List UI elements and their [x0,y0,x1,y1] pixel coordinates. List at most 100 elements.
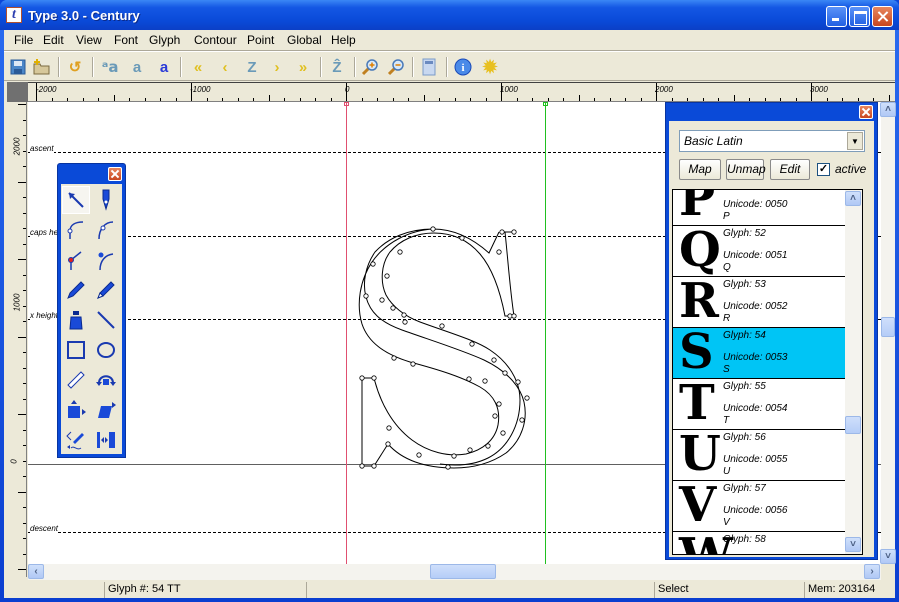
contour-point[interactable] [519,417,525,423]
contour-point[interactable] [502,370,508,376]
corner-point-tool[interactable] [62,246,90,274]
glyph-list-item[interactable]: S Glyph: 54 Unicode: 0053 S [673,328,845,379]
zoom-in-icon[interactable] [359,56,381,78]
smooth-path-tool[interactable] [62,426,90,454]
menu-view[interactable]: View [73,32,105,48]
contour-point[interactable] [430,226,436,232]
scroll-right-button[interactable]: › [864,564,880,579]
contour-point[interactable] [466,376,472,382]
contour-point[interactable] [410,361,416,367]
contour-point[interactable] [390,305,396,311]
glyph-list-item[interactable]: PGlyph: 51Unicode: 0050P [673,190,845,226]
contour-point[interactable] [384,273,390,279]
contour-point[interactable] [363,293,369,299]
contour-point[interactable] [386,425,392,431]
edit-button[interactable]: Edit [770,159,810,180]
contour-point[interactable] [485,443,491,449]
contour-point[interactable] [499,229,505,235]
contour-point[interactable] [496,249,502,255]
glyph-scroll-down-button[interactable]: ˅ [845,537,861,552]
contour-point[interactable] [371,375,377,381]
menu-contour[interactable]: Contour [191,32,240,48]
contour-point[interactable] [370,261,376,267]
first-glyph-icon[interactable]: « [187,56,209,78]
contour-point[interactable] [371,463,377,469]
glyph-list-item[interactable]: U Glyph: 56 Unicode: 0055 U [673,430,845,481]
contour-point[interactable] [469,341,475,347]
horizontal-scroll-thumb[interactable] [430,564,496,579]
map-button[interactable]: Map [679,159,721,180]
contour-point[interactable] [451,453,457,459]
unicode-range-select[interactable]: Basic Latin ▼ [679,130,865,152]
contour-point[interactable] [359,375,365,381]
menu-point[interactable]: Point [244,32,277,48]
settings-icon[interactable]: ✹ [479,56,501,78]
line-tool[interactable] [92,306,120,334]
glyph-inner-contour[interactable] [381,231,521,466]
glyph-scroll-up-button[interactable]: ˄ [845,191,861,206]
contour-point[interactable] [402,319,408,325]
scroll-up-button[interactable]: ˄ [880,102,896,117]
maximize-button[interactable] [849,6,870,27]
contour-point[interactable] [496,401,502,407]
save-icon[interactable] [7,56,29,78]
goto-glyph-icon[interactable]: Z [241,56,263,78]
glyph-list[interactable]: WGlyph: 58VGlyph: 57Unicode: 0056VUGlyph… [672,189,863,555]
contour-point[interactable] [385,441,391,447]
menu-help[interactable]: Help [328,32,359,48]
contour-point[interactable] [492,413,498,419]
contour-point[interactable] [515,379,521,385]
previous-glyph-icon[interactable]: ‹ [214,56,236,78]
contour-point[interactable] [416,452,422,458]
glyph-list-item[interactable]: R Glyph: 53 Unicode: 0052 R [673,277,845,328]
contour-point[interactable] [491,357,497,363]
pencil-tool[interactable] [62,276,90,304]
measure-tool[interactable] [62,366,90,394]
calculator-icon[interactable] [418,56,440,78]
glyph-list-scrollbar[interactable]: ˄ ˅ [845,190,862,554]
title-bar[interactable]: t Type 3.0 - Century [0,0,899,30]
skew-tool[interactable] [92,396,120,424]
menu-global[interactable]: Global [284,32,325,48]
contour-point[interactable] [511,229,517,235]
contour-point[interactable] [359,463,365,469]
scroll-down-button[interactable]: ˅ [880,549,896,564]
glyph-outline-icon[interactable]: a [153,56,175,78]
add-glyph-icon[interactable]: ᵃa [99,56,121,78]
last-glyph-icon[interactable]: » [292,56,314,78]
contour-point[interactable] [524,395,530,401]
contour-point[interactable] [500,430,506,436]
info-icon[interactable]: i [452,56,474,78]
contour-point[interactable] [445,464,451,470]
zoom-out-icon[interactable] [385,56,407,78]
smooth-point-tool[interactable] [92,246,120,274]
menu-file[interactable]: File [11,32,36,48]
scroll-left-button[interactable]: ‹ [28,564,44,579]
open-icon[interactable] [31,56,53,78]
vertical-scroll-thumb[interactable] [881,317,895,337]
next-glyph-icon[interactable]: › [266,56,288,78]
contour-point[interactable] [401,312,407,318]
mirror-tool[interactable] [92,426,120,454]
contour-point[interactable] [439,323,445,329]
glyph-list-item[interactable]: V Glyph: 57 Unicode: 0056 V [673,481,845,532]
add-open-curve-point-tool[interactable] [62,216,90,244]
rotate-tool[interactable] [92,366,120,394]
pencil-alt-tool[interactable] [92,276,120,304]
contour-point[interactable] [379,297,385,303]
menu-glyph[interactable]: Glyph [146,32,183,48]
fill-tool[interactable] [62,306,90,334]
select-arrow-tool[interactable] [62,186,90,214]
menu-edit[interactable]: Edit [40,32,67,48]
horizontal-scrollbar[interactable]: ‹ › [28,564,881,580]
glyph-window-close-button[interactable] [859,105,873,119]
ellipse-tool[interactable] [92,336,120,364]
close-button[interactable] [872,6,893,27]
minimize-button[interactable] [826,6,847,27]
vertical-scrollbar[interactable]: ˄ ˅ [880,102,896,564]
add-curve-point-tool[interactable] [92,216,120,244]
contour-point[interactable] [482,378,488,384]
active-checkbox[interactable]: ✓ [817,163,830,176]
rectangle-tool[interactable] [62,336,90,364]
glyph-list-item[interactable]: T Glyph: 55 Unicode: 0054 T [673,379,845,430]
